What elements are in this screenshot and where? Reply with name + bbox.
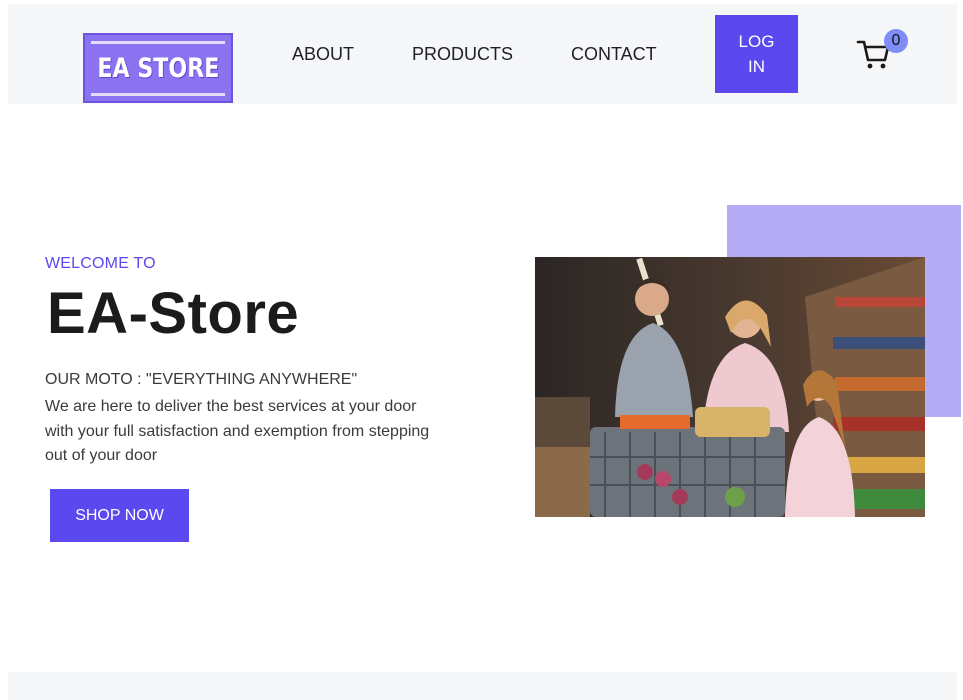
hero-eyebrow: WELCOME TO — [45, 255, 156, 272]
navbar: EA STORE ABOUT PRODUCTS CONTACT LOG IN 0 — [8, 4, 957, 104]
hero-title: EA-Store — [47, 281, 300, 346]
nav-link-products[interactable]: PRODUCTS — [412, 44, 513, 65]
shop-now-button[interactable]: SHOP NOW — [50, 489, 189, 542]
hero-image — [535, 257, 925, 517]
nav-link-contact[interactable]: CONTACT — [571, 44, 657, 65]
login-button[interactable]: LOG IN — [715, 15, 798, 93]
nav-link-about[interactable]: ABOUT — [292, 44, 354, 65]
logo-text: EA STORE — [97, 52, 220, 84]
hero-moto: OUR MOTO : "EVERYTHING ANYWHERE" — [45, 371, 358, 388]
cart-button[interactable]: 0 — [856, 29, 912, 76]
hero-description: We are here to deliver the best services… — [45, 398, 430, 464]
footer-strip — [8, 672, 957, 700]
hero-image-illustration — [535, 257, 925, 517]
cart-count-badge: 0 — [884, 29, 908, 53]
store-logo[interactable]: EA STORE — [83, 33, 233, 103]
